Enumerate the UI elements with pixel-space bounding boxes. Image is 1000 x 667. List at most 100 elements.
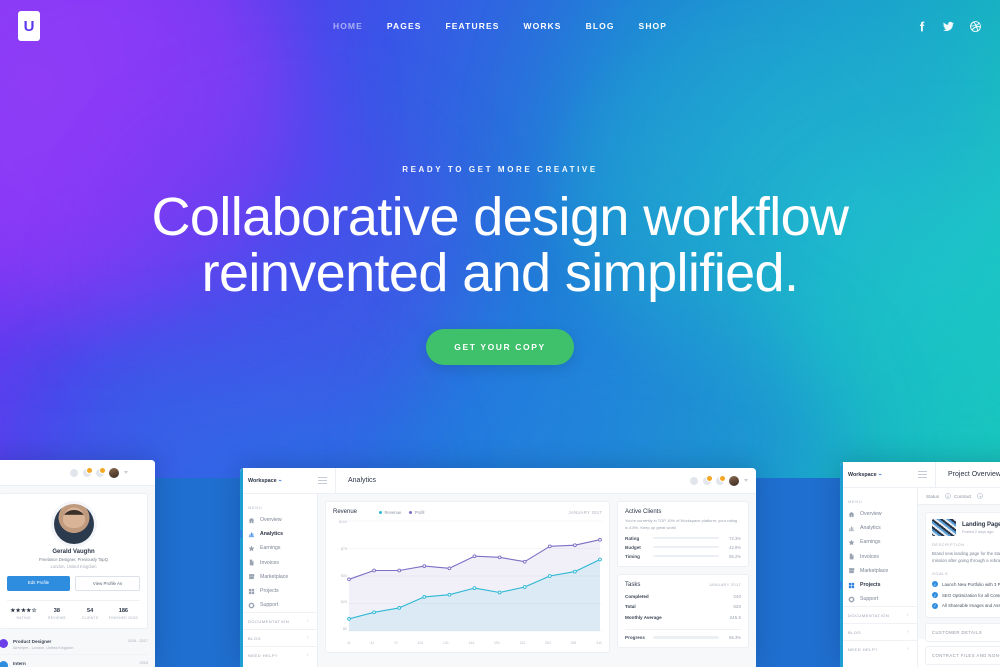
sidebar: MENU Overview Analytics Earnings Invoice…	[240, 494, 318, 667]
avatar[interactable]	[109, 467, 119, 478]
search-icon[interactable]	[70, 468, 78, 477]
x-tick: 311	[596, 641, 602, 645]
filter-add[interactable]: +	[977, 493, 984, 499]
messages-icon[interactable]	[716, 474, 726, 485]
sidebar-group-blog[interactable]: BLOG ›	[240, 629, 317, 646]
edit-profile-button[interactable]: Edit Profile	[7, 575, 70, 591]
sidebar-group-need-help[interactable]: NEED HELP? ›	[840, 640, 917, 657]
goal-label: Launch New Portfolio with 3 Pages	[942, 581, 1000, 587]
twitter-icon[interactable]	[942, 20, 955, 33]
chevron-down-icon[interactable]	[124, 471, 128, 474]
search-icon[interactable]	[690, 476, 698, 485]
profile-name: Gerald Vaughn	[52, 549, 95, 555]
active-clients-note: You're currently in TOP 10% of Workspace…	[625, 518, 738, 530]
chart-area: $100 $75 $50 $25 $0	[333, 518, 602, 640]
sidebar-group-need-help[interactable]: NEED HELP? ›	[240, 646, 317, 663]
document-icon	[249, 559, 254, 566]
contract-files-row[interactable]: CONTRACT FILES AND NON-DISCLOSURE	[925, 646, 1000, 666]
analytics-window: Workspace ⌁ Analytics MENU Overview Anal…	[240, 468, 756, 667]
x-tick: 131	[442, 641, 449, 645]
sidebar-item-marketplace[interactable]: Marketplace	[840, 564, 917, 578]
nav-item-pages[interactable]: PAGES	[387, 21, 422, 31]
stat-reviews: 38 REVIEWS	[40, 608, 73, 620]
x-tick: 101	[417, 641, 424, 645]
y-tick: $100	[339, 520, 347, 524]
analytics-window-topbar: Workspace ⌁ Analytics	[240, 468, 756, 494]
sidebar-group-documentation[interactable]: DOCUMENTATION ›	[840, 606, 917, 623]
experience-item: Intern 2015	[0, 653, 148, 667]
tasks-card: Tasks JANUARY 2017 Completed 240 Total 6…	[617, 573, 749, 649]
x-tick: 191	[494, 641, 501, 645]
y-tick: $0	[343, 627, 347, 631]
facebook-icon[interactable]	[915, 20, 928, 33]
notifications-icon[interactable]	[703, 474, 713, 485]
nav-item-works[interactable]: WORKS	[523, 21, 561, 31]
avatar[interactable]	[729, 475, 739, 486]
x-axis-labels: 11 41 71 101 131 161 191 221 251 281 311	[333, 640, 602, 645]
sidebar-item-label: Overview	[260, 517, 282, 524]
sidebar-item-marketplace[interactable]: Marketplace	[240, 570, 317, 584]
sidebar-item-support[interactable]: Support	[240, 598, 317, 612]
nav-item-features[interactable]: FEATURES	[446, 21, 500, 31]
project-body: MENU Overview Analytics Earnings Invoice…	[840, 488, 1000, 667]
x-tick: 71	[393, 641, 398, 645]
view-profile-as-button[interactable]: View Profile As	[75, 575, 140, 591]
bar-row-progress: Progress 65.3%	[625, 629, 741, 640]
sidebar-item-label: Overview	[860, 511, 882, 518]
sidebar-group-blog[interactable]: BLOG ›	[840, 623, 917, 640]
chart-date-range: JANUARY 2017	[568, 509, 602, 515]
sidebar-group-documentation[interactable]: DOCUMENTATION ›	[240, 612, 317, 629]
x-tick: 11	[347, 641, 351, 645]
filter-label-status[interactable]: Status	[926, 494, 939, 499]
topbar-tools	[690, 474, 756, 486]
notifications-icon[interactable]	[83, 466, 93, 477]
sidebar-item-earnings[interactable]: Earnings	[840, 535, 917, 549]
task-row-completed: Completed 240	[625, 592, 741, 602]
sidebar-item-overview[interactable]: Overview	[240, 513, 317, 527]
bar-track	[653, 636, 719, 639]
window-brand[interactable]: Workspace ⌁	[840, 472, 918, 478]
headline-line-1: Collaborative design workflow	[151, 187, 850, 247]
sidebar-item-label: Analytics	[860, 525, 881, 532]
nav-item-home[interactable]: HOME	[333, 21, 363, 31]
goals-label: GOALS	[932, 571, 949, 576]
stat-rating: ★★★★☆ RATING	[7, 608, 40, 620]
sidebar-item-projects[interactable]: Projects	[840, 578, 917, 592]
group-label: DOCUMENTATION	[848, 612, 890, 618]
menu-toggle-icon[interactable]	[318, 477, 327, 484]
main-navigation: HOME PAGES FEATURES WORKS BLOG SHOP	[0, 21, 1000, 31]
sidebar-item-analytics[interactable]: Analytics	[840, 521, 917, 535]
sidebar-item-analytics[interactable]: Analytics	[240, 527, 317, 541]
sidebar-section-label: MENU	[848, 499, 863, 504]
menu-toggle-icon[interactable]	[918, 471, 927, 478]
task-value: 245.5	[729, 614, 742, 620]
project-card: Landing Page Posted 2 days ago DESCRIPTI…	[925, 512, 1000, 619]
bar-chart-icon	[848, 526, 855, 531]
page-title: Analytics	[335, 468, 690, 493]
nav-item-shop[interactable]: SHOP	[639, 21, 668, 31]
legend-label: Revenue	[384, 509, 402, 515]
sidebar-item-projects[interactable]: Projects	[240, 584, 317, 598]
bar-value: 85.2%	[729, 553, 741, 559]
dribbble-icon[interactable]	[969, 20, 982, 33]
customer-details-row[interactable]: CUSTOMER DETAILS	[925, 623, 1000, 643]
sidebar-item-label: Earnings	[260, 545, 281, 552]
sidebar-item-earnings[interactable]: Earnings	[240, 541, 317, 555]
sidebar-item-invoices[interactable]: Invoices	[240, 556, 317, 570]
revenue-line-chart	[347, 520, 602, 632]
y-axis-labels: $100 $75 $50 $25 $0	[333, 518, 347, 640]
chevron-right-icon: ›	[306, 618, 309, 625]
get-your-copy-button[interactable]: GET YOUR COPY	[426, 329, 574, 366]
chevron-down-icon[interactable]	[744, 479, 748, 482]
messages-icon[interactable]	[96, 466, 106, 477]
sidebar-item-support[interactable]: Support	[840, 592, 917, 606]
contract-files-label: CONTRACT FILES AND NON-DISCLOSURE	[932, 653, 1000, 659]
nav-item-blog[interactable]: BLOG	[586, 21, 615, 31]
sidebar-item-overview[interactable]: Overview	[840, 507, 917, 521]
bar-value: 72.3%	[729, 535, 741, 541]
goal-item: ✓ Launch New Portfolio with 3 Pages	[932, 579, 1000, 590]
filter-contract[interactable]: ✓ Contract	[945, 493, 971, 499]
sidebar-item-invoices[interactable]: Invoices	[840, 550, 917, 564]
window-brand[interactable]: Workspace ⌁	[240, 478, 318, 484]
task-value: 240	[733, 594, 741, 600]
